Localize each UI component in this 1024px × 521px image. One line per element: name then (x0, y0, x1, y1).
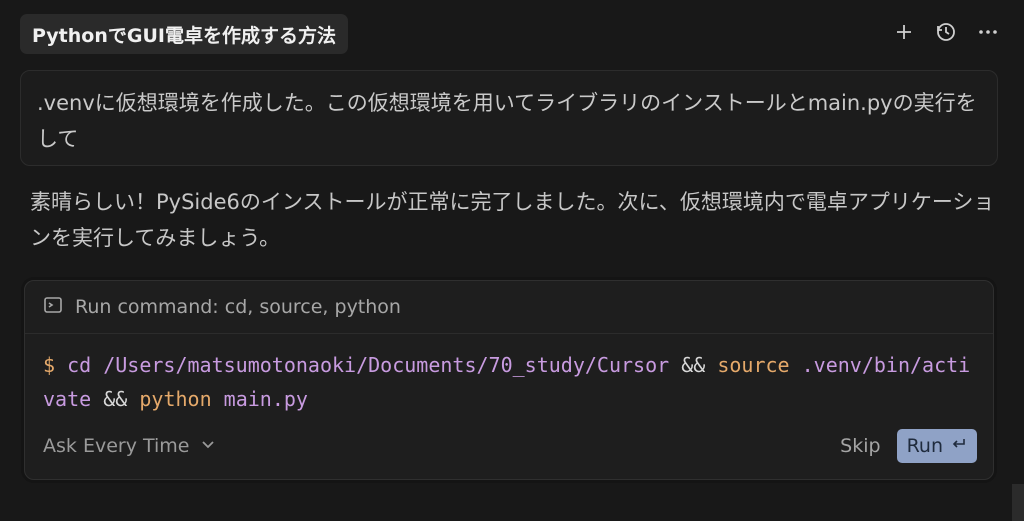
command-actions: Skip Run (840, 429, 977, 463)
enter-icon (951, 435, 967, 457)
more-icon[interactable] (976, 20, 1000, 44)
run-button-label: Run (906, 435, 943, 457)
command-text: $ cd /Users/matsumotonaoki/Documents/70_… (25, 334, 993, 416)
chevron-down-icon (199, 435, 217, 458)
ask-every-time-label: Ask Every Time (43, 435, 190, 457)
user-message-text: .venvに仮想環境を作成した。この仮想環境を用いてライブラリのインストールとm… (37, 91, 977, 151)
history-icon[interactable] (934, 20, 958, 44)
plus-icon[interactable] (892, 20, 916, 44)
run-button[interactable]: Run (896, 429, 977, 463)
command-op-1: && (681, 353, 706, 377)
conversation-title-text: PythonでGUI電卓を作成する方法 (32, 24, 336, 47)
command-python: python (139, 387, 212, 411)
header-actions (892, 20, 1000, 44)
ask-every-time-dropdown[interactable]: Ask Every Time (43, 435, 217, 458)
run-command-title: Run command: cd, source, python (75, 296, 401, 318)
run-command-footer: Ask Every Time Skip Run (43, 427, 977, 465)
terminal-icon (43, 295, 63, 320)
skip-button[interactable]: Skip (840, 435, 880, 457)
command-file: main.py (223, 387, 308, 411)
run-command-header: Run command: cd, source, python (25, 281, 993, 334)
scrollbar[interactable] (1012, 484, 1024, 521)
conversation-title[interactable]: PythonでGUI電卓を作成する方法 (20, 14, 348, 54)
assistant-message-text: 素晴らしい！PySide6のインストールが正常に完了しました。次に、仮想環境内で… (30, 190, 995, 250)
command-source: source (717, 353, 790, 377)
run-command-card: Run command: cd, source, python $ cd /Us… (24, 280, 994, 480)
assistant-message: 素晴らしい！PySide6のインストールが正常に完了しました。次に、仮想環境内で… (30, 184, 1000, 256)
command-op-2: && (103, 387, 128, 411)
command-prompt: $ (43, 353, 56, 377)
command-cd: cd /Users/matsumotonaoki/Documents/70_st… (67, 353, 670, 377)
user-message: .venvに仮想環境を作成した。この仮想環境を用いてライブラリのインストールとm… (20, 70, 998, 166)
